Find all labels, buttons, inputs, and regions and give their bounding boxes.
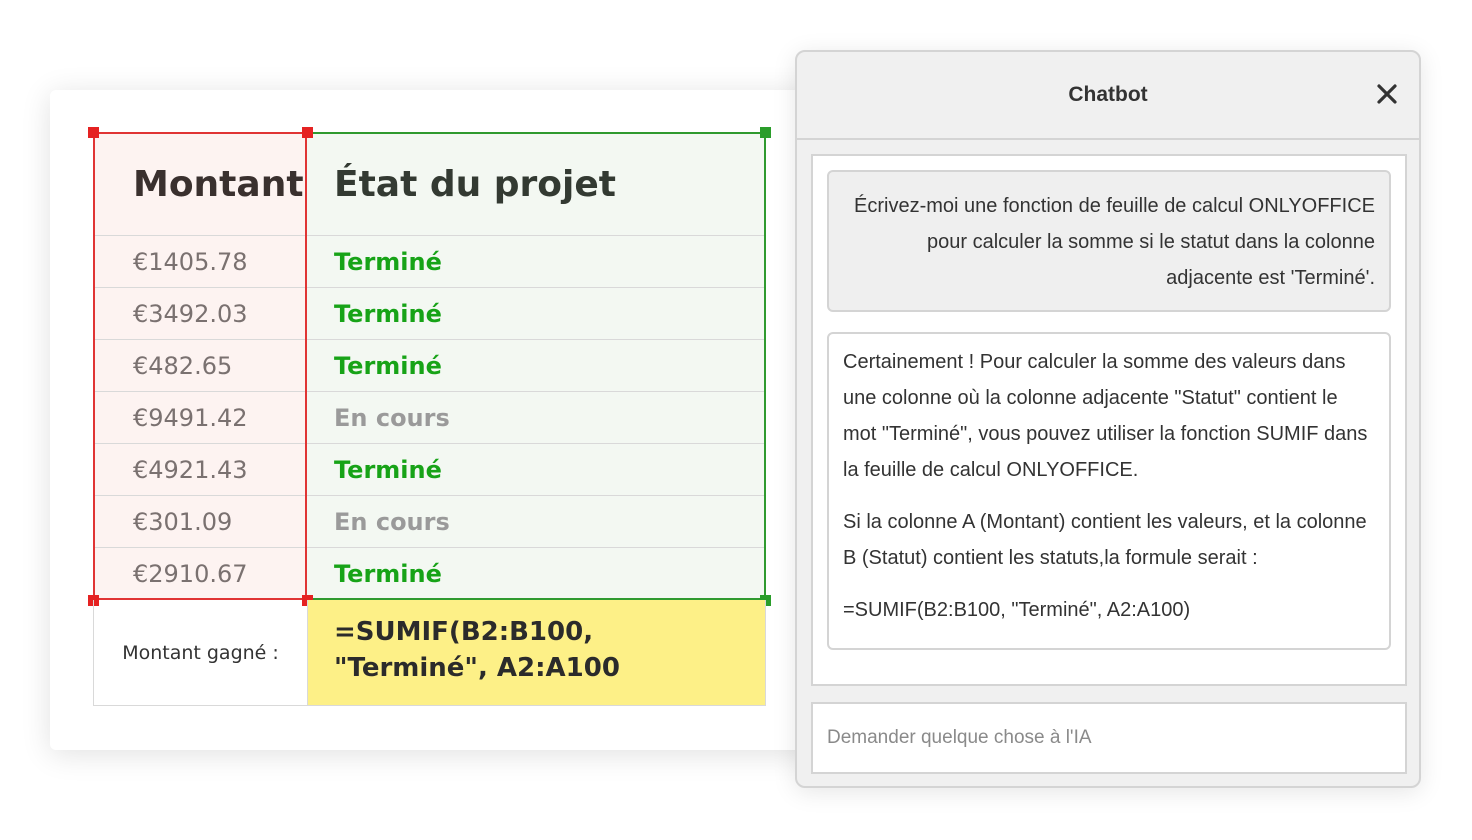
bot-message-formula: =SUMIF(B2:B100, "Terminé", A2:A100) bbox=[843, 599, 1191, 621]
chat-messages[interactable]: Écrivez-moi une fonction de feuille de c… bbox=[811, 154, 1407, 686]
bot-message: Certainement ! Pour calculer la somme de… bbox=[827, 332, 1391, 650]
bot-message-paragraph: Si la colonne A (Montant) contient les v… bbox=[843, 511, 1367, 569]
status-range-selection bbox=[307, 132, 766, 600]
chatbot-header: Chatbot bbox=[797, 52, 1419, 140]
formula-cell[interactable]: =SUMIF(B2:B100, "Terminé", A2:A100 bbox=[307, 600, 766, 706]
amount-range-selection bbox=[93, 132, 307, 600]
selection-handle[interactable] bbox=[88, 127, 99, 138]
spreadsheet-card: Montant État du projet €1405.78 Terminé … bbox=[50, 90, 830, 750]
result-row: Montant gagné : =SUMIF(B2:B100, "Terminé… bbox=[93, 600, 766, 706]
chat-input[interactable] bbox=[811, 702, 1407, 774]
chatbot-panel: Chatbot Écrivez-moi une fonction de feui… bbox=[795, 50, 1421, 788]
chatbot-title: Chatbot bbox=[1068, 83, 1148, 106]
selection-handle[interactable] bbox=[760, 127, 771, 138]
selection-handle[interactable] bbox=[302, 127, 313, 138]
user-message: Écrivez-moi une fonction de feuille de c… bbox=[827, 170, 1391, 312]
result-label[interactable]: Montant gagné : bbox=[93, 600, 307, 706]
bot-message-paragraph: Certainement ! Pour calculer la somme de… bbox=[843, 351, 1368, 481]
close-icon[interactable] bbox=[1373, 80, 1401, 108]
